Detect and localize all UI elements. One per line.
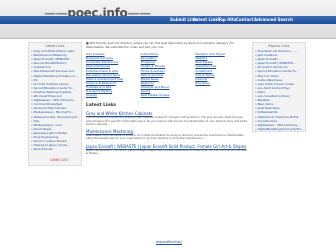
- intro-text: ■ SEO friendly web link directory where …: [86, 41, 234, 49]
- main-content: ■ SEO friendly web link directory where …: [86, 41, 248, 155]
- right-sidebar-item[interactable]: » DigitalMarketingCommunityBu…: [253, 127, 305, 131]
- nav-advanced-search[interactable]: Advanced Search: [254, 16, 293, 24]
- category-grid: Arts Careers Automotive Vacation and Trave…: [86, 52, 248, 97]
- link-description: Japan Call WEBASTE | JST Area | Japan Co…: [86, 148, 248, 155]
- right-sidebar-item[interactable]: » Dalbelmine: Freelance Profile: [253, 115, 305, 119]
- left-sidebar-item[interactable]: » Wakeupcounter: Discovering N…: [29, 115, 81, 119]
- links-list-link[interactable]: LINKS LIST: [50, 158, 69, 162]
- category-link[interactable]: Society: [86, 93, 139, 97]
- nav-latest-links[interactable]: Latest Links: [193, 16, 220, 24]
- left-sidebar-item[interactable]: » Mas Delivernet Services and…: [29, 69, 81, 73]
- link-description: MaintMaster is a maintenance solution fo…: [86, 134, 244, 141]
- left-sidebar-title: Latest Links: [45, 44, 65, 48]
- right-sidebar: Popular Links » Free Web Link Directory …: [252, 42, 306, 132]
- link-title[interactable]: Japan Ecosoft | WEBASTE | Japan Ecosoft …: [86, 144, 248, 149]
- left-sidebar-item[interactable]: » Mediawakeup – Mini Golf S…: [29, 110, 81, 114]
- left-sidebar: Latest Links » Grey and White Kitchen Ca…: [28, 42, 82, 166]
- latest-links-list: Grey and White Kitchen Cabinets This comb…: [86, 111, 248, 155]
- right-sidebar-list: » Free Web Link Directory – …» Jazz Crea…: [253, 49, 305, 131]
- category-link[interactable]: Real Estate Houses: [141, 93, 194, 97]
- nav-top-hits[interactable]: Top Hits: [218, 16, 236, 24]
- link-description: This combination of grey and white kitch…: [86, 116, 248, 126]
- right-sidebar-item[interactable]: » Sprout Education Center fo…: [253, 69, 305, 73]
- category-link: [195, 93, 248, 97]
- right-sidebar-title: Popular Links: [268, 44, 290, 48]
- nav-contact[interactable]: Contact: [236, 16, 253, 24]
- left-sidebar-item[interactable]: » Wine Internet: [29, 147, 81, 151]
- latest-links-heading: Latest Links: [86, 103, 117, 109]
- footer-link[interactable]: requestflexlink(): [156, 240, 182, 244]
- left-sidebar-list: » Grey and White Kitchen Cabi…» Maintena…: [29, 49, 81, 151]
